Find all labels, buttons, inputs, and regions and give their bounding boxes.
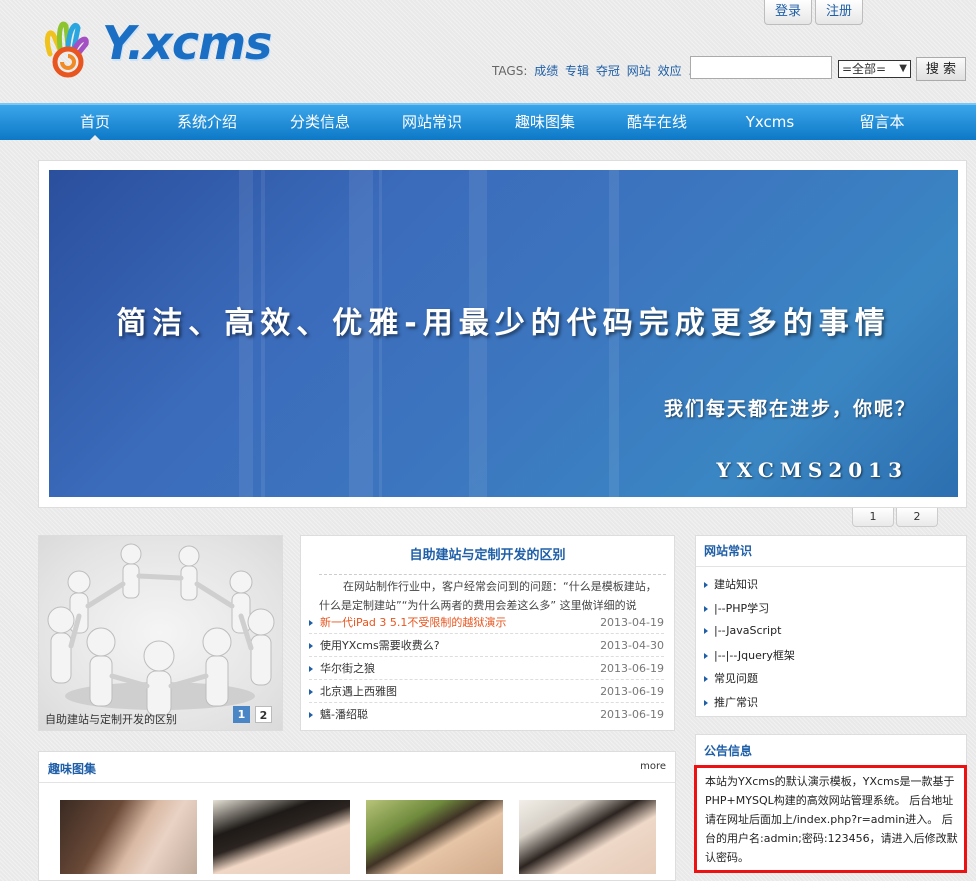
article-excerpt: 在网站制作行业中，客户经常会问到的问题：“什么是模板建站，什么是定制建站”“为什… <box>319 574 666 615</box>
news-item[interactable]: 新一代iPad 3 5.1不受限制的越狱演示 2013-04-19 <box>309 613 664 634</box>
tags-bar: TAGS: 成绩 专辑 夺冠 网站 效应 ... <box>492 62 700 79</box>
tag-link[interactable]: 成绩 <box>534 64 558 78</box>
news-item[interactable]: 华尔街之狼 2013-06-19 <box>309 659 664 680</box>
nav-item-intro[interactable]: 系统介绍 <box>151 105 263 140</box>
news-item[interactable]: 北京遇上西雅图 2013-06-19 <box>309 682 664 703</box>
logo-text: Y.xcms <box>102 16 272 70</box>
chevron-down-icon: ▼ <box>899 63 907 74</box>
search-input[interactable] <box>690 56 832 79</box>
bullet-arrow-icon <box>704 700 708 706</box>
notice-content: 本站为YXcms的默认演示模板，YXcms是一款基于PHP+MYSQL构建的高效… <box>694 765 967 873</box>
news-date: 2013-06-19 <box>600 708 664 721</box>
knowledge-link[interactable]: 推广常识 <box>704 694 758 710</box>
knowledge-link[interactable]: 建站知识 <box>704 576 758 592</box>
gallery-title[interactable]: 趣味图集 <box>48 760 96 777</box>
nav-item-yxcms[interactable]: Yxcms <box>714 105 826 140</box>
news-date: 2013-04-30 <box>600 639 664 652</box>
divider <box>39 782 675 783</box>
news-date: 2013-06-19 <box>600 662 664 675</box>
news-title[interactable]: 新一代iPad 3 5.1不受限制的越狱演示 <box>320 613 506 633</box>
bullet-arrow-icon <box>704 582 708 588</box>
banner-slider: 简洁、高效、优雅-用最少的代码完成更多的事情 我们每天都在进步，你呢？ YXCM… <box>38 160 967 508</box>
news-date: 2013-06-19 <box>600 685 664 698</box>
people-circle-image[interactable] <box>39 536 282 730</box>
news-title[interactable]: 使用YXcms需要收费么? <box>320 636 440 656</box>
tags-label: TAGS: <box>492 64 528 78</box>
banner-subline: 我们每天都在进步，你呢？ <box>663 398 916 420</box>
bullet-arrow-icon <box>704 606 708 612</box>
divider <box>696 566 966 567</box>
register-button[interactable]: 注册 <box>815 0 864 25</box>
banner-headline: 简洁、高效、优雅-用最少的代码完成更多的事情 <box>116 306 891 341</box>
bullet-arrow-icon <box>309 689 313 695</box>
article-title[interactable]: 自助建站与定制开发的区别 <box>301 544 674 563</box>
bullet-arrow-icon <box>309 620 313 626</box>
tag-link[interactable]: 效应 <box>658 64 682 78</box>
gallery-more-link[interactable]: more <box>640 761 666 772</box>
site-logo[interactable]: Y.xcms <box>40 14 280 78</box>
focus-page-1[interactable]: 1 <box>233 706 250 723</box>
bullet-arrow-icon <box>309 666 313 672</box>
gallery-thumb[interactable] <box>519 800 656 874</box>
focus-page-2[interactable]: 2 <box>255 706 272 723</box>
nav-item-category[interactable]: 分类信息 <box>264 105 376 140</box>
bullet-arrow-icon <box>704 628 708 634</box>
banner-page-2[interactable]: 2 <box>896 508 938 527</box>
main-nav: 首页 系统介绍 分类信息 网站常识 趣味图集 酷车在线 Yxcms 留言本 <box>0 103 976 141</box>
nav-item-home[interactable]: 首页 <box>39 105 151 141</box>
news-title[interactable]: 北京遇上西雅图 <box>320 682 397 702</box>
banner-image[interactable]: 简洁、高效、优雅-用最少的代码完成更多的事情 我们每天都在进步，你呢？ YXCM… <box>49 170 958 497</box>
knowledge-link[interactable]: 常见问题 <box>704 670 758 686</box>
people-circle-illustration <box>47 543 275 717</box>
knowledge-box: 网站常识 建站知识 |--PHP学习 |--JavaScript |--|--J… <box>695 535 967 717</box>
nav-item-gallery[interactable]: 趣味图集 <box>489 105 601 140</box>
focus-box: 自助建站与定制开发的区别 1 2 <box>38 535 283 731</box>
banner-brand: YXCMS2013 <box>716 458 908 482</box>
login-button[interactable]: 登录 <box>764 0 813 25</box>
article-box: 自助建站与定制开发的区别 在网站制作行业中，客户经常会问到的问题：“什么是模板建… <box>300 535 675 731</box>
nav-item-cars[interactable]: 酷车在线 <box>601 105 713 140</box>
news-title[interactable]: 魑-潘绍聪 <box>320 705 368 725</box>
knowledge-link[interactable]: |--PHP学习 <box>704 600 769 616</box>
search-scope-value: =全部= <box>842 62 887 76</box>
bullet-arrow-icon <box>309 643 313 649</box>
search-scope-select[interactable]: =全部= ▼ <box>838 60 911 78</box>
news-title[interactable]: 华尔街之狼 <box>320 659 375 679</box>
news-item[interactable]: 魑-潘绍聪 2013-06-19 <box>309 705 664 725</box>
gallery-thumb[interactable] <box>213 800 350 874</box>
nav-item-guestbook[interactable]: 留言本 <box>826 105 938 140</box>
search-button[interactable]: 搜 索 <box>916 57 966 81</box>
bullet-arrow-icon <box>309 712 313 718</box>
bullet-arrow-icon <box>704 676 708 682</box>
nav-item-knowledge[interactable]: 网站常识 <box>376 105 488 140</box>
tag-link[interactable]: 网站 <box>627 64 651 78</box>
notice-title: 公告信息 <box>704 744 753 758</box>
gallery-thumb[interactable] <box>60 800 197 874</box>
banner-page-1[interactable]: 1 <box>852 508 894 527</box>
tag-link[interactable]: 夺冠 <box>596 64 620 78</box>
tag-link[interactable]: 专辑 <box>565 64 589 78</box>
news-item[interactable]: 使用YXcms需要收费么? 2013-04-30 <box>309 636 664 657</box>
news-date: 2013-04-19 <box>600 616 664 629</box>
bullet-arrow-icon <box>704 653 708 659</box>
gallery-thumb[interactable] <box>366 800 503 874</box>
knowledge-link[interactable]: |--JavaScript <box>704 624 781 637</box>
knowledge-title[interactable]: 网站常识 <box>704 542 752 559</box>
knowledge-link[interactable]: |--|--Jquery框架 <box>704 647 795 663</box>
focus-caption[interactable]: 自助建站与定制开发的区别 <box>45 711 177 727</box>
hand-logo-icon <box>45 21 89 78</box>
